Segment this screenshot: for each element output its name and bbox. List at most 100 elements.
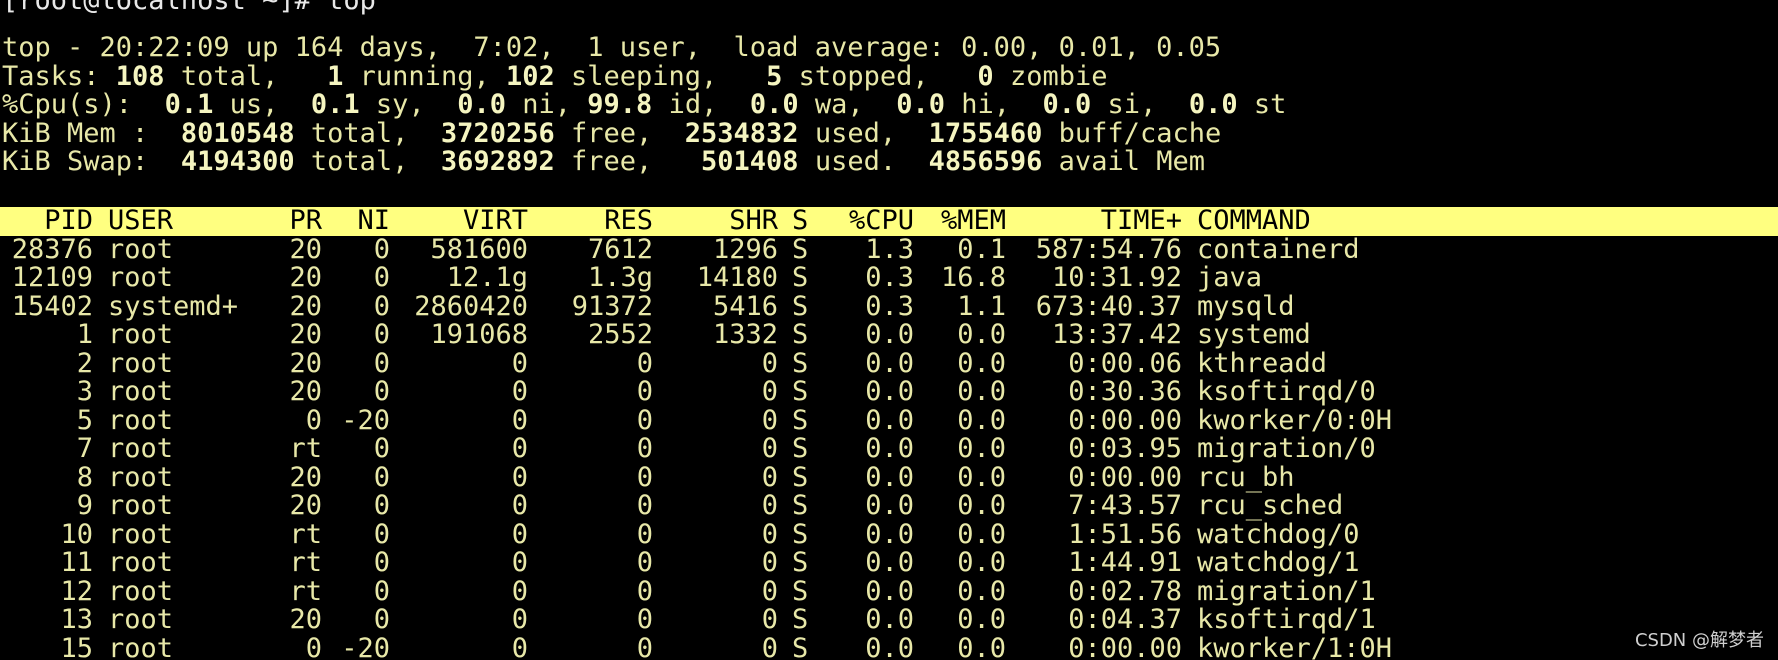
cell-s: S [792, 518, 809, 550]
table-row[interactable]: 8 root 20 0 0 0 0 S 0.0 0.0 0:00.00 rcu_bh [0, 461, 1778, 493]
tasks-sleeping: 102 [505, 60, 555, 92]
mem-line: KiB Mem : 8010548 total, 3720256 free, 2… [2, 117, 1222, 149]
cell-mem: 0.0 [957, 632, 1006, 660]
cell-command: rcu_sched [1197, 490, 1344, 521]
cell-mem: 0.0 [957, 490, 1006, 521]
cell-s: S [792, 376, 809, 407]
cell-virt: 0 [511, 461, 528, 493]
process-table-header[interactable]: PID USER PR NI VIRT RES SHR S %CPU %MEM … [0, 206, 1778, 236]
tasks-running: 1 [327, 60, 344, 92]
cell-pid: 12109 [11, 262, 93, 293]
cell-pr: 20 [289, 233, 322, 265]
terminal-window[interactable]: [root@localhost ~]# top top - 20:22:09 u… [0, 0, 1778, 660]
column-header-s[interactable]: S [792, 206, 822, 236]
cell-mem: 0.0 [957, 404, 1006, 436]
cell-pid: 28376 [11, 233, 93, 265]
table-row[interactable]: 12 root rt 0 0 0 0 S 0.0 0.0 0:02.78 migration/1 [0, 575, 1778, 607]
cell-pr: rt [289, 433, 322, 464]
table-row[interactable]: 9 root 20 0 0 0 0 S 0.0 0.0 7:43.57 rcu_sched [0, 490, 1778, 521]
table-row[interactable]: 7 root rt 0 0 0 0 S 0.0 0.0 0:03.95 migration/0 [0, 433, 1778, 464]
cell-shr: 0 [761, 547, 778, 578]
cell-pid: 13 [60, 604, 93, 635]
table-row[interactable]: 5 root 0 -20 0 0 0 S 0.0 0.0 0:00.00 kworker/0:0H [0, 404, 1778, 436]
table-row[interactable]: 13 root 20 0 0 0 0 S 0.0 0.0 0:04.37 ksoftirqd/1 [0, 604, 1778, 635]
cell-mem: 0.0 [957, 461, 1006, 493]
shell-prompt-line: [root@localhost ~]# top [2, 0, 376, 16]
table-row[interactable]: 10 root rt 0 0 0 0 S 0.0 0.0 1:51.56 watchdog/0 [0, 518, 1778, 550]
cell-pr: rt [289, 547, 322, 578]
cell-res: 0 [636, 404, 653, 436]
column-header-res[interactable]: RES [528, 206, 653, 236]
column-header-time[interactable]: TIME+ [1006, 206, 1182, 236]
cell-command: kworker/0:0H [1197, 404, 1393, 436]
cell-cpu: 0.0 [865, 404, 914, 436]
cell-res: 0 [636, 575, 653, 607]
cell-s: S [792, 632, 809, 660]
cell-ni: -20 [341, 632, 390, 660]
cell-mem: 0.0 [957, 518, 1006, 550]
cell-ni: 0 [373, 376, 390, 407]
cell-ni: 0 [373, 518, 390, 550]
column-header-shr[interactable]: SHR [653, 206, 778, 236]
cell-cpu: 0.0 [865, 518, 914, 550]
table-row[interactable]: 15 root 0 -20 0 0 0 S 0.0 0.0 0:00.00 kworker/1:0H [0, 632, 1778, 660]
cell-ni: 0 [373, 262, 390, 293]
table-row[interactable]: 12109 root 20 0 12.1g 1.3g 14180 S 0.3 16.8 10:31.… [0, 262, 1778, 293]
cell-virt: 0 [511, 604, 528, 635]
table-row[interactable]: 2 root 20 0 0 0 0 S 0.0 0.0 0:00.06 kthreadd [0, 347, 1778, 379]
cell-user: root [108, 604, 174, 635]
cell-ni: 0 [373, 461, 390, 493]
cell-pr: 20 [289, 319, 322, 350]
column-header-virt[interactable]: VIRT [390, 206, 528, 236]
cpu-hi: 0.0 [896, 89, 945, 120]
shell-prompt: [root@localhost ~]# [2, 0, 328, 16]
table-row[interactable]: 15402 systemd+ 20 0 2860420 91372 5416 S 0.3 1.1 6… [0, 290, 1778, 322]
cpu-ni: 0.0 [457, 89, 506, 120]
column-header-pr[interactable]: PR [270, 206, 322, 236]
cell-pid: 7 [76, 433, 93, 464]
cell-time: 0:04.37 [1068, 604, 1182, 635]
cell-cpu: 0.0 [865, 461, 914, 493]
cell-pr: rt [289, 518, 322, 550]
cell-time: 7:43.57 [1068, 490, 1182, 521]
column-header-pid[interactable]: PID [0, 206, 93, 236]
cell-res: 91372 [571, 290, 653, 322]
cell-shr: 14180 [696, 262, 778, 293]
column-header-ni[interactable]: NI [322, 206, 390, 236]
cell-pr: 0 [305, 404, 322, 436]
cell-time: 0:00.06 [1068, 347, 1182, 379]
cell-pid: 1 [76, 319, 93, 350]
cpu-st: 0.0 [1188, 89, 1238, 120]
cell-mem: 0.0 [957, 604, 1006, 635]
cell-user: root [108, 433, 174, 464]
table-row[interactable]: 3 root 20 0 0 0 0 S 0.0 0.0 0:30.36 ksoftirqd/0 [0, 376, 1778, 407]
cell-virt: 191068 [430, 319, 528, 350]
cpu-id: 99.8 [587, 89, 653, 120]
cell-cpu: 0.3 [865, 290, 914, 322]
table-row[interactable]: 11 root rt 0 0 0 0 S 0.0 0.0 1:44.91 watchdog/1 [0, 547, 1778, 578]
table-row[interactable]: 1 root 20 0 191068 2552 1332 S 0.0 0.0 13:37.42 sys… [0, 319, 1778, 350]
column-header-user[interactable]: USER [108, 206, 258, 236]
cell-cpu: 0.0 [865, 319, 914, 350]
cell-virt: 0 [511, 490, 528, 521]
cell-command: java [1197, 262, 1263, 293]
table-row[interactable]: 28376 root 20 0 581600 7612 1296 S 1.3 0.1 587:54.… [0, 233, 1778, 265]
cell-res: 7612 [587, 233, 653, 265]
cell-virt: 0 [511, 575, 528, 607]
cell-virt: 12.1g [446, 262, 528, 293]
column-header-mem[interactable]: %MEM [914, 206, 1006, 236]
cell-time: 0:00.00 [1068, 461, 1182, 493]
column-header-command[interactable]: COMMAND [1197, 206, 1757, 236]
cell-res: 0 [636, 347, 653, 379]
cell-time: 0:00.00 [1068, 404, 1182, 436]
cell-virt: 0 [511, 347, 528, 379]
column-header-cpu[interactable]: %CPU [822, 206, 914, 236]
cell-mem: 16.8 [940, 262, 1006, 293]
cpu-sy: 0.1 [310, 89, 360, 120]
cell-s: S [792, 490, 809, 521]
cell-shr: 0 [761, 461, 778, 493]
cell-pr: 0 [305, 632, 322, 660]
cell-s: S [792, 404, 809, 436]
cell-res: 0 [636, 632, 653, 660]
cell-virt: 0 [511, 632, 528, 660]
